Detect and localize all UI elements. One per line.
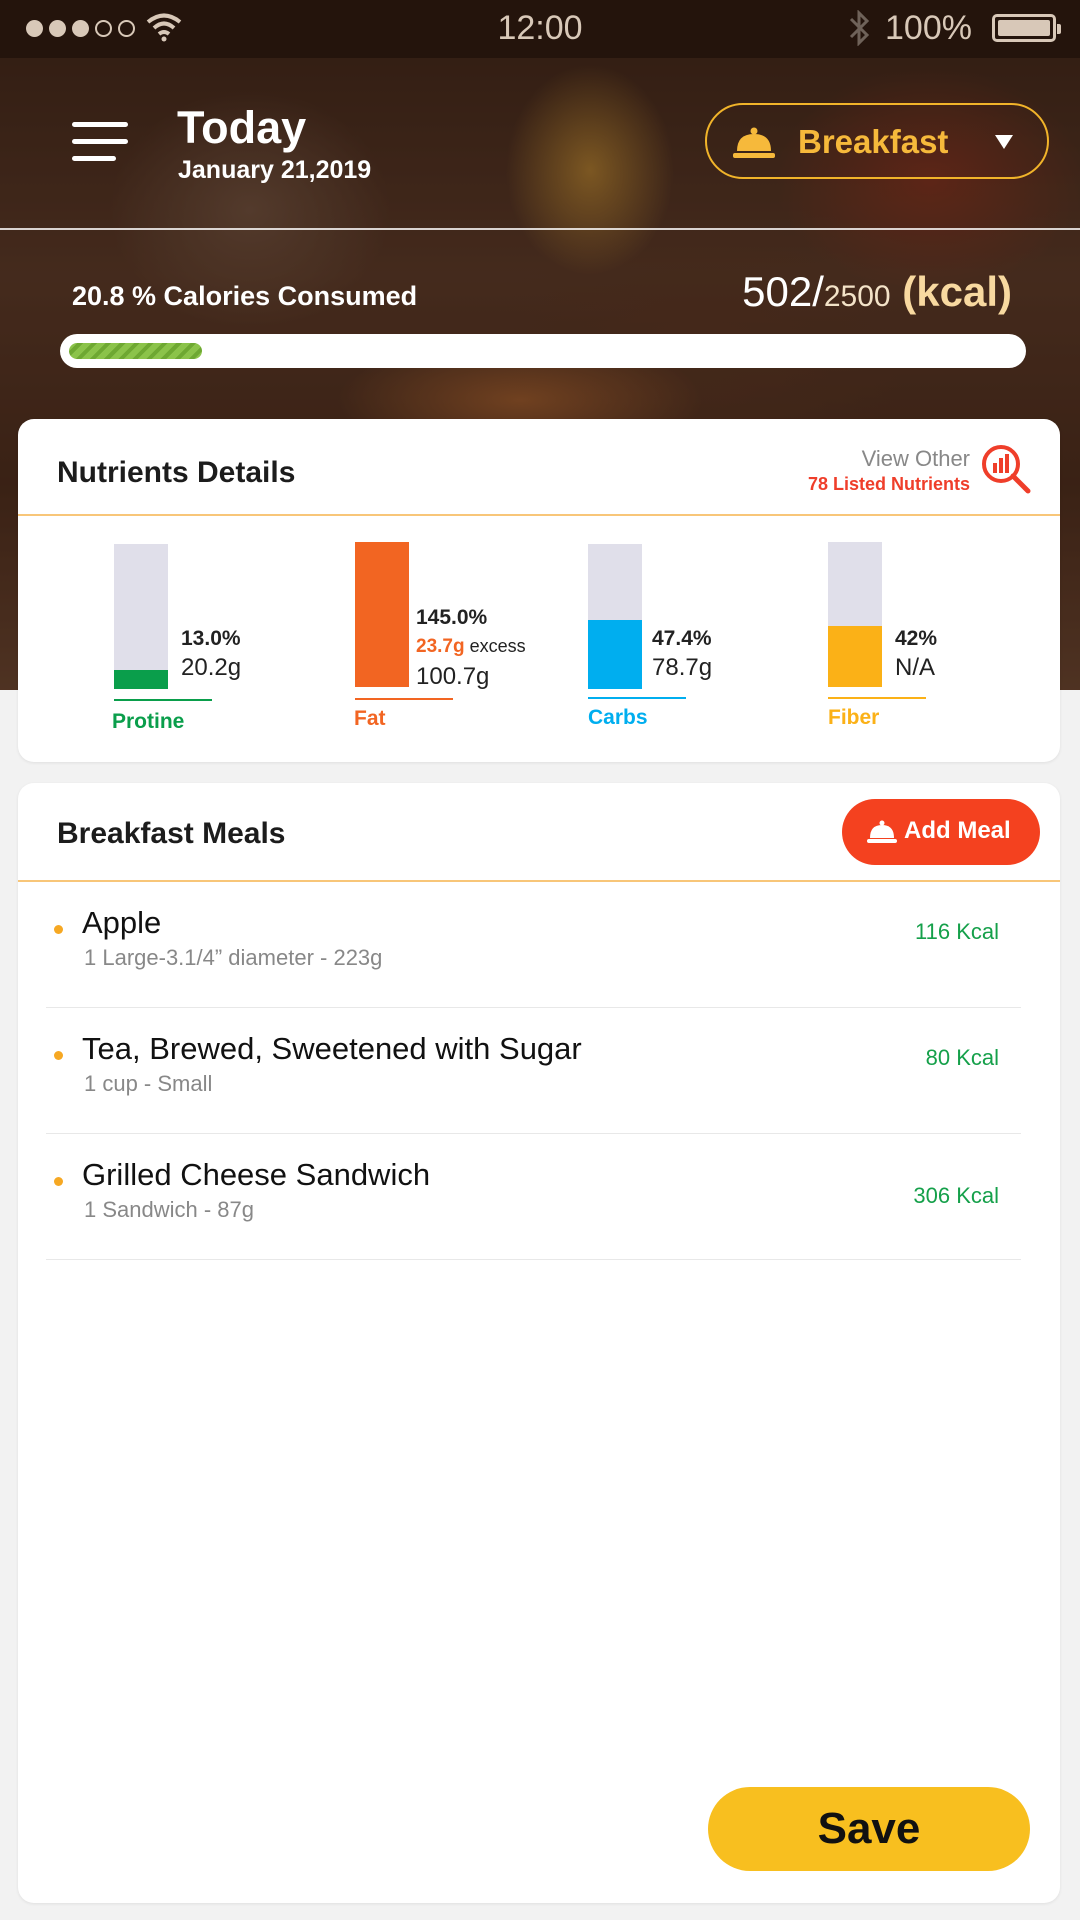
meal-kcal: 116 Kcal [915,919,999,944]
fiber-underline [828,697,926,699]
protine-label: Protine [112,710,185,733]
protine-bar [114,544,168,689]
calories-unit: (kcal) [890,268,1012,315]
fat-amount: 100.7g [416,663,490,690]
fat-excess: 23.7g excess [416,636,526,658]
meal-name: Tea, Brewed, Sweetened with Sugar [82,1031,582,1066]
fat-bar-fill [355,542,409,687]
save-button[interactable]: Save [708,1787,1030,1871]
fat-excess-label: excess [464,636,526,656]
cloche-icon [867,820,897,843]
carbs-percent: 47.4% [652,627,712,650]
view-other-label: View Other [861,446,970,471]
nutrients-card: Nutrients Details View Other 78 Listed N… [18,419,1060,762]
meal-portion: 1 Large-3.1/4” diameter - 223g [84,945,383,970]
meal-item[interactable]: Tea, Brewed, Sweetened with Sugar 1 cup … [46,1007,1021,1134]
page-title: Today [177,102,307,153]
protine-bar-fill [114,670,168,689]
meal-item[interactable]: Grilled Cheese Sandwich 1 Sandwich - 87g… [46,1133,1021,1260]
calorie-progress-fill [69,343,202,359]
fat-bar [355,542,409,687]
carbs-amount: 78.7g [652,654,713,681]
fat-excess-value: 23.7g [416,636,465,657]
status-bar: 12:00 100% [0,0,1080,58]
meal-name: Apple [82,905,162,940]
meals-card: Breakfast Meals Add Meal Apple 1 Large-3… [18,783,1060,1903]
fiber-label: Fiber [828,706,880,729]
menu-icon[interactable] [72,122,128,166]
meal-item[interactable]: Apple 1 Large-3.1/4” diameter - 223g 116… [46,881,1021,1008]
meal-portion: 1 cup - Small [84,1071,213,1096]
calories-total: 2500 [823,280,891,313]
protine-percent: 13.0% [181,627,241,650]
fat-label: Fat [354,707,386,730]
battery-icon [992,14,1061,42]
carbs-label: Carbs [588,706,648,729]
fat-percent: 145.0% [416,606,488,629]
battery-percent: 100% [885,9,972,47]
bluetooth-icon [849,10,870,46]
meal-name: Grilled Cheese Sandwich [82,1157,431,1192]
bullet-icon [54,1177,63,1186]
meals-title: Breakfast Meals [57,817,286,850]
calorie-progress-bar [60,334,1026,368]
calories-consumed-label: 20.8 % Calories Consumed [72,281,418,311]
calories-consumed-value: 502 [742,268,813,315]
carbs-underline [588,697,686,699]
view-other-link[interactable]: View Other 78 Listed Nutrients [808,446,970,495]
nutrient-search-chart-icon[interactable] [980,443,1032,495]
protine-amount: 20.2g [181,654,242,681]
header-divider [0,228,1080,230]
chevron-down-icon [995,135,1013,149]
nutrients-divider [18,514,1060,516]
calories-separator: / [812,268,824,315]
bullet-icon [54,1051,63,1060]
meal-kcal: 80 Kcal [925,1045,999,1070]
meal-selector-dropdown[interactable]: Breakfast [705,103,1049,179]
cloche-icon [733,127,775,158]
fiber-bar [828,542,882,687]
fiber-bar-fill [828,626,882,687]
add-meal-label: Add Meal [904,817,1011,844]
meal-kcal: 306 Kcal [913,1183,999,1208]
nutrients-title: Nutrients Details [57,456,296,489]
carbs-bar-fill [588,620,642,689]
fiber-amount: N/A [895,654,936,681]
carbs-bar [588,544,642,689]
add-meal-button[interactable]: Add Meal [842,799,1040,865]
date-label: January 21,2019 [178,156,372,184]
fat-underline [355,698,453,700]
bullet-icon [54,925,63,934]
meal-portion: 1 Sandwich - 87g [84,1197,254,1222]
meal-selector-label: Breakfast [798,123,949,160]
protine-underline [114,699,212,701]
listed-nutrients-count: 78 Listed Nutrients [807,474,970,494]
calorie-counter: 502/2500 (kcal) [742,268,1012,316]
fiber-percent: 42% [895,627,938,650]
